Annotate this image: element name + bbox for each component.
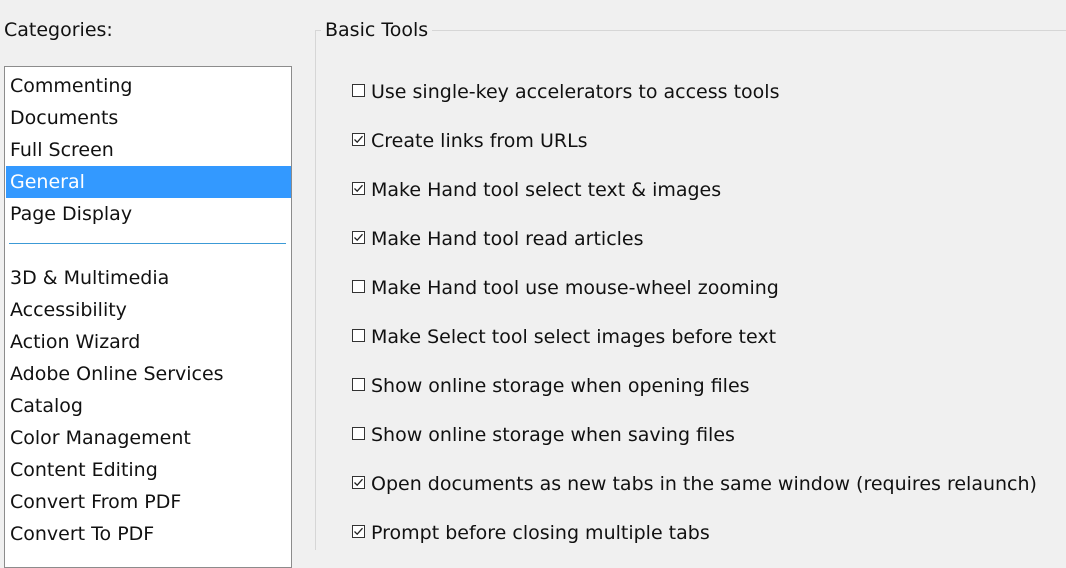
checkbox[interactable]: [352, 475, 365, 489]
category-item-convert-to-pdf[interactable]: Convert To PDF: [6, 518, 291, 550]
category-list[interactable]: Commenting Documents Full Screen General…: [4, 66, 292, 568]
option-label: Show online storage when opening files: [371, 375, 750, 397]
option-label: Prompt before closing multiple tabs: [371, 522, 710, 544]
checkmark-icon: [354, 135, 363, 143]
checkmark-icon: [354, 527, 363, 535]
option-open-as-new-tabs[interactable]: Open documents as new tabs in the same w…: [352, 469, 1037, 499]
option-hand-tool-read-articles[interactable]: Make Hand tool read articles: [352, 224, 644, 254]
checkbox[interactable]: [352, 132, 365, 146]
checkmark-icon: [354, 478, 363, 486]
category-item-full-screen[interactable]: Full Screen: [6, 134, 291, 166]
option-label: Make Select tool select images before te…: [371, 326, 777, 348]
categories-label: Categories:: [4, 19, 113, 41]
category-item-adobe-online-services[interactable]: Adobe Online Services: [6, 358, 291, 390]
category-item-action-wizard[interactable]: Action Wizard: [6, 326, 291, 358]
checkbox[interactable]: [352, 328, 365, 342]
option-label: Show online storage when saving files: [371, 424, 735, 446]
checkmark-icon: [354, 184, 363, 192]
option-hand-tool-select-text[interactable]: Make Hand tool select text & images: [352, 175, 721, 205]
checkbox[interactable]: [352, 524, 365, 538]
option-single-key-accelerators[interactable]: Use single-key accelerators to access to…: [352, 77, 779, 107]
category-item-catalog[interactable]: Catalog: [6, 390, 291, 422]
checkbox[interactable]: [352, 426, 365, 440]
category-item-accessibility[interactable]: Accessibility: [6, 294, 291, 326]
option-label: Open documents as new tabs in the same w…: [371, 473, 1037, 495]
option-label: Make Hand tool use mouse-wheel zooming: [371, 277, 779, 299]
option-label: Use single-key accelerators to access to…: [371, 81, 780, 103]
basic-tools-group-title: Basic Tools: [321, 17, 433, 43]
option-hand-tool-mouse-wheel-zoom[interactable]: Make Hand tool use mouse-wheel zooming: [352, 273, 779, 303]
option-label: Make Hand tool select text & images: [371, 179, 722, 201]
category-item-content-editing[interactable]: Content Editing: [6, 454, 291, 486]
checkmark-icon: [354, 233, 363, 241]
category-item-documents[interactable]: Documents: [6, 102, 291, 134]
checkbox[interactable]: [352, 279, 365, 293]
category-item-page-display[interactable]: Page Display: [6, 198, 291, 230]
category-item-color-management[interactable]: Color Management: [6, 422, 291, 454]
category-item-commenting[interactable]: Commenting: [6, 70, 291, 102]
group-box-left-border: [315, 30, 316, 550]
option-online-storage-saving[interactable]: Show online storage when saving files: [352, 420, 735, 450]
checkbox[interactable]: [352, 377, 365, 391]
option-select-tool-images-first[interactable]: Make Select tool select images before te…: [352, 322, 776, 352]
checkbox[interactable]: [352, 83, 365, 97]
option-create-links-from-urls[interactable]: Create links from URLs: [352, 126, 588, 156]
checkbox[interactable]: [352, 181, 365, 195]
checkbox[interactable]: [352, 230, 365, 244]
category-item-convert-from-pdf[interactable]: Convert From PDF: [6, 486, 291, 518]
category-item-general[interactable]: General: [6, 166, 291, 198]
option-online-storage-opening[interactable]: Show online storage when opening files: [352, 371, 750, 401]
option-label: Make Hand tool read articles: [371, 228, 644, 250]
option-label: Create links from URLs: [371, 130, 588, 152]
category-item-3d-multimedia[interactable]: 3D & Multimedia: [6, 262, 291, 294]
category-separator: [9, 243, 286, 244]
option-prompt-before-closing-tabs[interactable]: Prompt before closing multiple tabs: [352, 518, 710, 548]
